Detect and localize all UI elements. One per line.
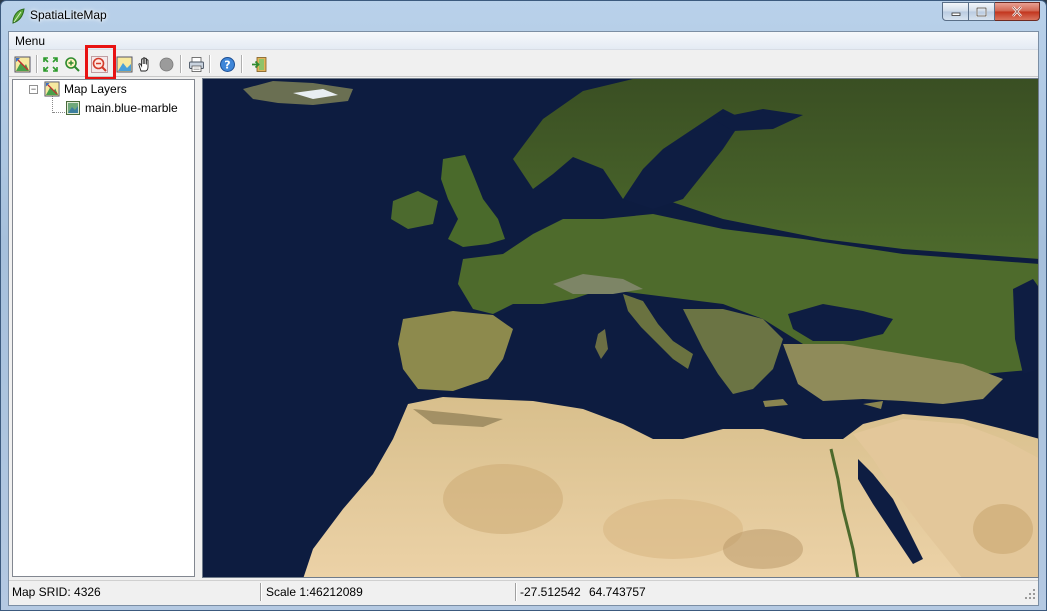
tree-item-label: main.blue-marble	[85, 101, 178, 115]
layers-button[interactable]	[11, 54, 33, 74]
help-icon: ?	[219, 56, 235, 72]
caption-buttons	[942, 2, 1040, 22]
minimize-icon	[951, 12, 960, 16]
zoom-extent-icon	[42, 56, 58, 72]
close-button[interactable]	[995, 2, 1040, 21]
zoom-in-icon	[64, 56, 80, 72]
tree-item-label: Map Layers	[64, 82, 127, 96]
tree-item-layer[interactable]: main.blue-marble	[66, 99, 178, 117]
zoom-out-highlight-box	[85, 45, 116, 80]
coord-x-status: -27.512542	[520, 585, 581, 599]
coord-y-status: 64.743757	[589, 585, 646, 599]
help-button[interactable]: ?	[216, 54, 238, 74]
title-bar[interactable]: SpatiaLiteMap	[1, 1, 1046, 31]
app-window: SpatiaLiteMap Menu ? − Map Layers main.b…	[0, 0, 1047, 611]
toolbar-separator	[36, 55, 37, 73]
exit-button[interactable]	[248, 54, 270, 74]
status-divider	[260, 583, 261, 601]
exit-icon	[251, 56, 266, 72]
zoom-layer-icon	[116, 56, 132, 72]
svg-text:?: ?	[224, 58, 230, 71]
print-icon	[188, 56, 204, 72]
stop-button[interactable]	[155, 54, 177, 74]
layers-icon	[14, 56, 30, 72]
raster-layer-icon	[66, 101, 80, 115]
pan-button[interactable]	[133, 54, 155, 74]
toolbar-separator	[241, 55, 242, 73]
window-title: SpatiaLiteMap	[30, 8, 107, 22]
zoom-extent-button[interactable]	[39, 54, 61, 74]
maximize-button[interactable]	[969, 2, 995, 21]
minimize-button[interactable]	[942, 2, 969, 21]
close-icon	[1012, 6, 1022, 17]
zoom-layer-button[interactable]	[113, 54, 135, 74]
pan-hand-icon	[137, 56, 148, 71]
print-button[interactable]	[185, 54, 207, 74]
stop-icon	[159, 57, 173, 71]
srid-status: Map SRID: 4326	[12, 585, 101, 599]
menu-item-menu[interactable]: Menu	[15, 34, 45, 48]
tree-item-map-layers[interactable]: Map Layers	[44, 80, 127, 98]
map-image	[203, 79, 1038, 577]
status-bar: Map SRID: 4326 Scale 1:46212089 -27.5125…	[9, 580, 1038, 602]
maximize-icon	[976, 6, 987, 17]
client-area: Menu ? − Map Layers main.blue-marble Map…	[8, 31, 1039, 606]
map-canvas[interactable]	[202, 78, 1039, 578]
layer-tree-panel: − Map Layers main.blue-marble	[12, 79, 195, 577]
toolbar: ?	[9, 45, 1038, 80]
resize-grip-icon[interactable]	[1024, 588, 1036, 600]
toolbar-separator	[180, 55, 181, 73]
toolbar-separator	[209, 55, 210, 73]
tree-connector	[53, 112, 67, 113]
zoom-in-button[interactable]	[61, 54, 83, 74]
menu-bar: Menu	[9, 32, 1038, 50]
app-leaf-icon	[12, 8, 25, 24]
map-layers-icon	[44, 81, 60, 97]
scale-status: Scale 1:46212089	[266, 585, 363, 599]
status-divider	[515, 583, 516, 601]
tree-expander[interactable]: −	[29, 85, 38, 94]
